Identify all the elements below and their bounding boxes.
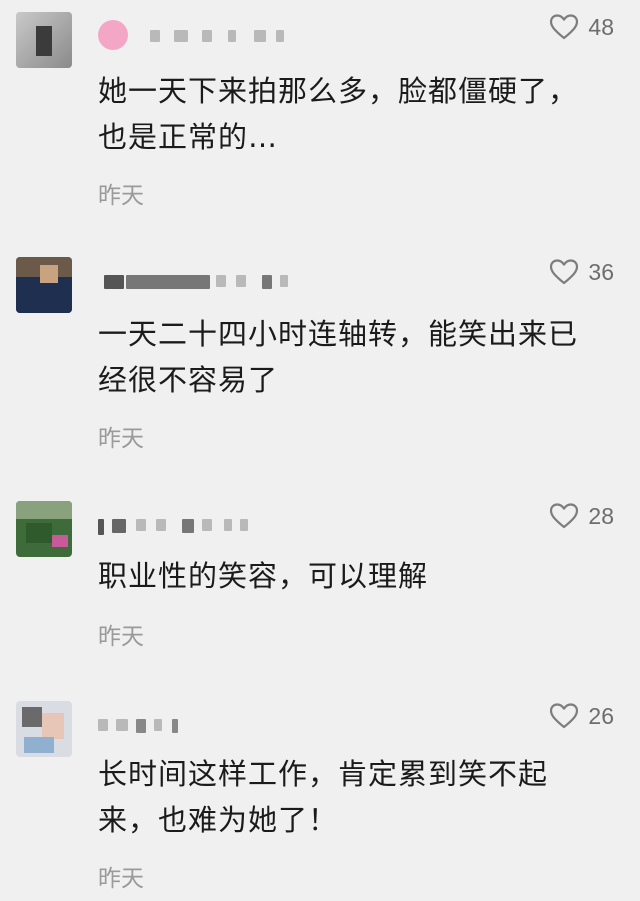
username-blurred[interactable] [98,509,318,539]
avatar[interactable] [16,257,72,313]
heart-outline-icon [550,503,579,529]
like-count: 48 [588,13,614,40]
like-button[interactable]: 36 [550,257,614,287]
comment-time: 昨天 [98,624,144,650]
comment-text: 她一天下来拍那么多，脸都僵硬了， 也是正常的… [98,74,579,154]
heart-outline-icon [550,703,579,729]
like-button[interactable]: 28 [550,501,614,531]
comment-item: 36 一天二十四小时连轴转，能笑出来已 经很不容易了 昨天 [0,257,640,457]
like-button[interactable]: 48 [550,12,614,42]
comment-time: 昨天 [98,183,144,209]
comment-text: 一天二十四小时连轴转，能笑出来已 经很不容易了 [98,317,579,397]
avatar[interactable] [16,501,72,557]
like-count: 26 [588,702,614,729]
comment-item: 48 她一天下来拍那么多，脸都僵硬了， 也是正常的… 昨天 [0,12,640,212]
heart-outline-icon [550,14,579,40]
comment-item: 26 长时间这样工作，肯定累到笑不起 来，也难为她了！ 昨天 [0,701,640,901]
comment-time: 昨天 [98,866,144,892]
like-count: 28 [588,502,614,529]
username-blurred[interactable] [98,265,318,295]
like-button[interactable]: 26 [550,701,614,731]
avatar[interactable] [16,701,72,757]
avatar[interactable] [16,12,72,68]
username-blurred[interactable] [98,709,318,739]
comment-text: 职业性的笑容，可以理解 [98,559,429,593]
heart-outline-icon [550,259,579,285]
comment-time: 昨天 [98,426,144,452]
username-blurred[interactable] [98,20,318,50]
comment-item: 28 职业性的笑容，可以理解 昨天 [0,501,640,661]
comment-text: 长时间这样工作，肯定累到笑不起 来，也难为她了！ [98,757,549,837]
like-count: 36 [588,258,614,285]
